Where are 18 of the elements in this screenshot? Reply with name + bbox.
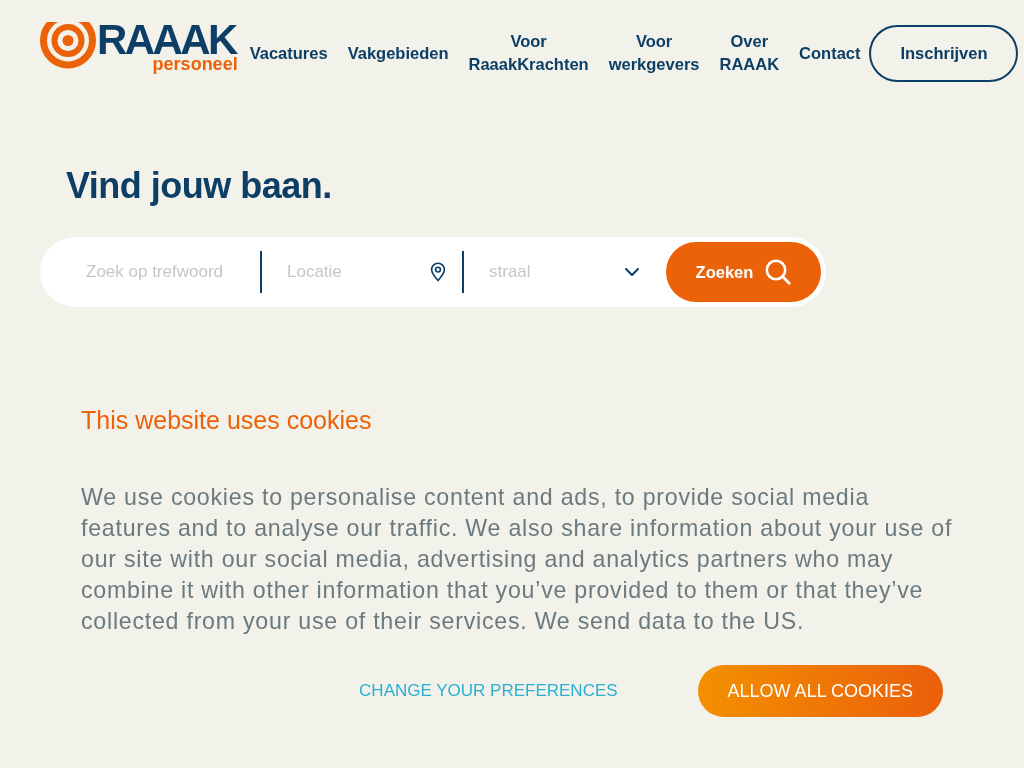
cookie-text: We use cookies to personalise content and ads, to provide social media features and to analyse our traffic. We also share information about your use of our site with our social media, advertising and analytics partners who may combine it with other information that you’ve provided to them or that they’ve collected from your use of their services. We send data to the US. [81,483,954,636]
nav-link[interactable]: Voor RaaakKrachten [468,30,589,76]
location-field[interactable]: Locatie [287,259,430,285]
ring-logo-icon[interactable] [40,22,96,70]
nav-link[interactable]: Vacatures [249,41,328,65]
nav-link[interactable]: Voor werkgevers [608,30,700,76]
search-icon [765,259,792,285]
cookie-title: This website uses cookies [81,405,372,435]
chevron-down-icon [625,267,639,277]
logo-wordmark[interactable]: RAAAK [97,25,238,55]
nav-link[interactable]: Contact [799,41,861,65]
page-heading: Vind jouw baan. [66,166,332,206]
location-pin-icon [430,262,446,282]
radius-select[interactable]: straal [489,259,625,285]
signup-button[interactable]: Inschrijven [869,24,1019,82]
nav-link[interactable]: Over RAAAK [719,30,780,76]
nav-link[interactable]: Vakgebieden [347,41,449,65]
keyword-field[interactable]: Zoek op trefwoord [86,259,260,285]
